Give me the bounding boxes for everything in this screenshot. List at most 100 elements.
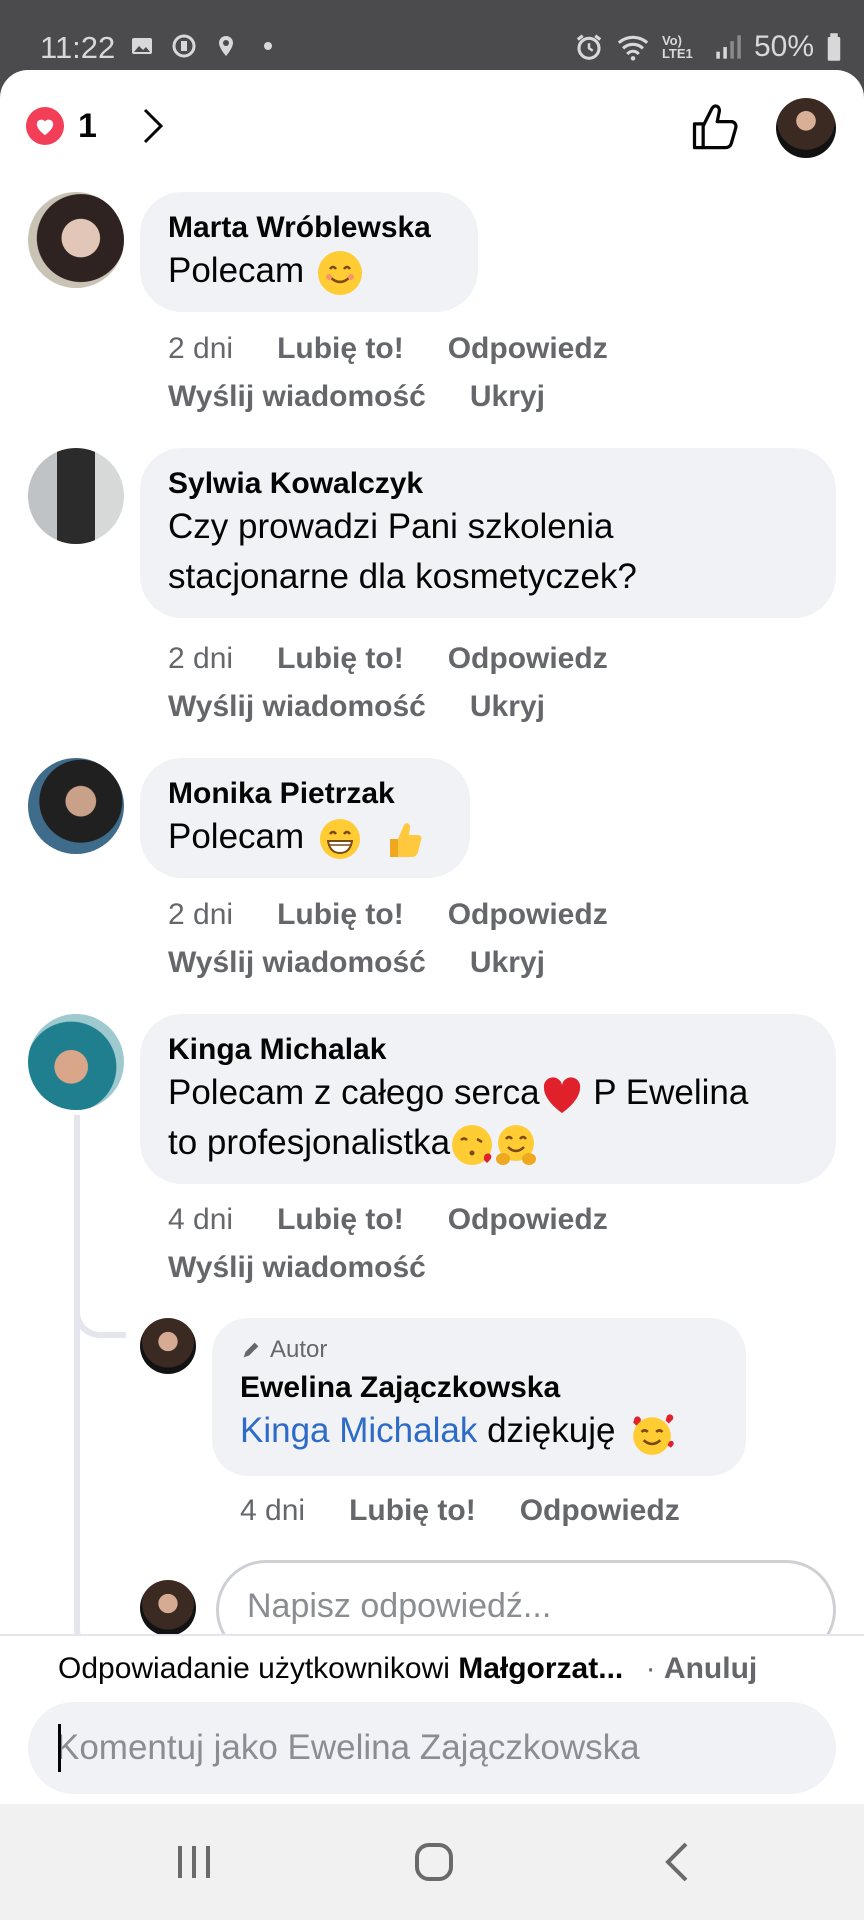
comment-time: 2 dni (168, 642, 234, 675)
replying-prefix: Odpowiadanie użytkownikowi (58, 1652, 459, 1685)
avatar-current-user (140, 1580, 196, 1636)
mention-link[interactable]: Kinga Michalak (240, 1411, 477, 1450)
send-message-link[interactable]: Wyślij wiadomość (168, 1251, 426, 1284)
thumbs-up-icon[interactable] (688, 100, 740, 152)
avatar-kinga[interactable] (28, 1014, 124, 1110)
reply-link[interactable]: Odpowiedz (448, 332, 608, 365)
comment-bubble: Marta Wróblewska Polecam (140, 192, 478, 312)
comment-actions-2: Wyślij wiadomość Ukryj (168, 946, 589, 980)
image-icon (132, 38, 152, 54)
comment-text: Polecam (168, 812, 442, 862)
back-icon[interactable] (658, 1840, 702, 1884)
alarm-icon (576, 34, 602, 60)
like-link[interactable]: Lubię to! (349, 1494, 476, 1527)
hide-link[interactable]: Ukryj (470, 690, 545, 723)
comment-actions: 2 dni Lubię to! Odpowiedz (168, 642, 652, 676)
battery-icon (827, 33, 841, 61)
hugging-face-emoji (494, 1123, 538, 1167)
comment-text-line: to profesjonalistka (168, 1118, 808, 1168)
comment-bubble: Monika Pietrzak Polecam (140, 758, 470, 878)
thumbs-up-emoji (382, 817, 426, 861)
hide-link[interactable]: Ukryj (470, 380, 545, 413)
text-cursor (58, 1724, 61, 1772)
comment-actions: 4 dni Lubię to! Odpowiedz (168, 1203, 652, 1237)
send-message-link[interactable]: Wyślij wiadomość (168, 380, 426, 413)
compose-area: Odpowiadanie użytkownikowi Małgorzat... … (0, 1634, 864, 1804)
battery-percent: 50% (753, 30, 814, 63)
like-link[interactable]: Lubię to! (277, 898, 404, 931)
comment-body: Polecam (168, 251, 305, 290)
smiling-face-with-hearts-emoji (629, 1411, 674, 1455)
volte-icon: Vo) LTE1 (661, 33, 693, 61)
comment-input[interactable]: Komentuj jako Ewelina Zajączkowska (28, 1702, 836, 1794)
reply-link[interactable]: Odpowiedz (448, 898, 608, 931)
reply-link[interactable]: Odpowiedz (520, 1494, 680, 1527)
wifi-icon (617, 35, 649, 61)
grinning-face-emoji (318, 817, 362, 861)
replying-banner: Odpowiadanie użytkownikowi Małgorzat... … (58, 1652, 757, 1686)
like-link[interactable]: Lubię to! (277, 1203, 404, 1236)
status-notification-icons (130, 34, 280, 58)
separator: · (645, 1652, 656, 1685)
comment-text-line: Czy prowadzi Pani szkolenia (168, 507, 614, 546)
comment-actions-2: Wyślij wiadomość Ukryj (168, 690, 589, 724)
comment-actions: 2 dni Lubię to! Odpowiedz (168, 898, 652, 932)
status-system-icons: Vo) LTE1 50% (574, 30, 842, 64)
reply-text: Kinga Michalak dziękuję (240, 1406, 718, 1456)
reply-actions: 4 dni Lubię to! Odpowiedz (240, 1494, 724, 1528)
comment-input-placeholder: Komentuj jako Ewelina Zajączkowska (56, 1728, 640, 1767)
system-navigation-bar (0, 1804, 864, 1920)
reply-time: 4 dni (240, 1494, 306, 1527)
comment-time: 2 dni (168, 332, 234, 365)
reply-body: dziękuję (477, 1411, 616, 1450)
like-link[interactable]: Lubię to! (277, 642, 404, 675)
avatar-ewelina[interactable] (140, 1318, 196, 1374)
comment-text-line: Polecam z całego serca P Ewelina (168, 1068, 808, 1118)
send-message-link[interactable]: Wyślij wiadomość (168, 946, 426, 979)
reply-bubble: Autor Ewelina Zajączkowska Kinga Michala… (212, 1318, 746, 1476)
reply-link[interactable]: Odpowiedz (448, 642, 608, 675)
comment-author[interactable]: Kinga Michalak (168, 1032, 808, 1068)
cancel-reply-button[interactable]: Anuluj (664, 1652, 757, 1685)
dot-icon (264, 42, 272, 50)
like-link[interactable]: Lubię to! (277, 332, 404, 365)
reply-author[interactable]: Ewelina Zajączkowska (240, 1370, 718, 1406)
chevron-right-icon[interactable] (141, 106, 165, 146)
comment-body: Polecam z całego serca (168, 1073, 540, 1112)
location-icon (219, 36, 233, 56)
author-badge-label: Autor (270, 1336, 328, 1363)
comment-author[interactable]: Monika Pietrzak (168, 776, 442, 812)
comment-body-continued: P Ewelina (583, 1073, 749, 1112)
avatar-marta[interactable] (28, 192, 124, 288)
thread-connector (74, 1115, 126, 1655)
hide-link[interactable]: Ukryj (470, 946, 545, 979)
pencil-icon (243, 1342, 259, 1358)
send-message-link[interactable]: Wyślij wiadomość (168, 690, 426, 723)
comment-author[interactable]: Sylwia Kowalczyk (168, 466, 808, 502)
recents-icon[interactable] (172, 1840, 216, 1884)
heart-icon (26, 107, 64, 145)
avatar-monika[interactable] (28, 758, 124, 854)
comment-body: Polecam (168, 817, 305, 856)
comment-actions-2: Wyślij wiadomość (168, 1251, 470, 1285)
home-icon[interactable] (412, 1840, 456, 1884)
comment-bubble: Sylwia Kowalczyk Czy prowadzi Pani szkol… (140, 448, 836, 618)
comment-text-line: stacjonarne dla kosmetyczek? (168, 557, 637, 596)
replying-name: Małgorzat... (458, 1652, 624, 1685)
avatar-sylwia[interactable] (28, 448, 124, 544)
reactions-summary[interactable]: 1 (26, 106, 165, 146)
messenger-icon (172, 34, 196, 58)
reply-link[interactable]: Odpowiedz (448, 1203, 608, 1236)
comments-sheet: 1 Marta Wróblewska Polecam 2 dni Lubię to… (0, 70, 864, 1804)
comments-header: 1 (0, 70, 864, 180)
comment-author[interactable]: Marta Wróblewska (168, 210, 450, 246)
comment-text: Polecam (168, 246, 450, 296)
comment-time: 4 dni (168, 1203, 234, 1236)
smiling-face-emoji (317, 250, 362, 295)
user-avatar[interactable] (776, 98, 836, 158)
comment-time: 2 dni (168, 898, 234, 931)
comment-actions-2: Wyślij wiadomość Ukryj (168, 380, 589, 414)
red-heart-emoji (540, 1073, 584, 1117)
comment-bubble: Kinga Michalak Polecam z całego serca P … (140, 1014, 836, 1184)
comment-body: to profesjonalistka (168, 1123, 451, 1162)
